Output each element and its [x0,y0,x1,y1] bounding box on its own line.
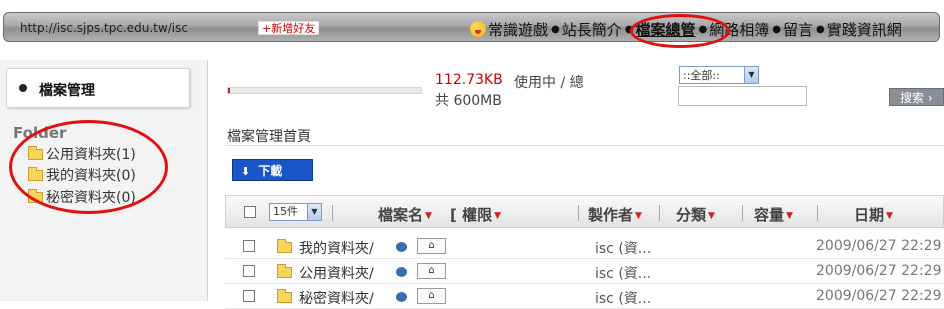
folder-public[interactable]: 公用資料夾(1) [28,144,136,164]
column-separator [659,205,660,221]
sort-arrow-icon: ▼ [708,210,715,221]
permission-icon[interactable]: ⌂ [417,288,446,304]
file-date: 2009/06/27 22:29 [816,288,942,304]
row-checkbox[interactable] [243,240,255,252]
download-button[interactable]: ⬇ 下載 [232,159,313,181]
column-separator [817,205,818,221]
folder-label: 公用資料夾(1) [46,147,136,163]
nav-item-guestbook[interactable]: 留言 [783,19,813,40]
column-separator [742,205,743,221]
top-bar: http://isc.sjps.tpc.edu.tw/isc +新增好友 常識遊… [0,0,944,48]
search-button[interactable]: 搜索 › [889,88,944,106]
folder-icon [28,166,43,181]
permission-icon[interactable]: ⌂ [417,263,446,279]
folder-icon [277,289,292,303]
sort-arrow-icon: ▼ [635,210,642,221]
folder-icon [28,188,43,203]
quota-label: 使用中 / 總 [514,75,584,91]
nav-item-games[interactable]: 常識遊戲 [488,19,548,40]
nav-item-file-manager[interactable]: 檔案總管 [636,19,696,40]
site-url[interactable]: http://isc.sjps.tpc.edu.tw/isc [20,21,188,35]
sort-arrow-icon: ▼ [425,210,432,221]
file-owner: isc (資... [595,241,652,257]
smiley-icon [470,21,486,37]
sort-arrow-icon: ▼ [886,210,893,221]
chevron-down-icon: ▼ [307,204,321,220]
quota-used: 112.73KB [435,72,503,88]
bullet-icon: ● [816,23,825,35]
file-owner: isc (資... [595,291,652,307]
comment-icon[interactable] [396,267,407,277]
search-button-label: 搜索 [900,91,925,105]
add-friend-button[interactable]: +新增好友 [258,21,320,35]
column-header-owner[interactable]: 製作者 ▼ [588,204,642,225]
sidebar: 檔案管理 Folder 公用資料夾(1) 我的資料夾(0) 秘密資料夾(0) [0,60,208,301]
select-all-checkbox[interactable] [244,206,256,218]
column-label: 日期 [854,206,885,224]
folder-icon [277,239,292,253]
folder-secret[interactable]: 秘密資料夾(0) [28,187,136,207]
file-name[interactable]: 秘密資料夾/ [299,288,374,308]
sort-arrow-icon: ▼ [494,210,501,221]
column-label: 分類 [676,206,707,224]
row-checkbox[interactable] [243,265,255,277]
nav-item-album[interactable]: 網路相簿 [709,19,769,40]
folder-icon [277,264,292,278]
nav-item-site[interactable]: 實踐資訊網 [827,19,902,40]
quota-fill [228,88,230,93]
row-checkbox[interactable] [243,290,255,302]
column-separator [332,205,333,221]
column-separator [578,205,579,221]
folder-label: 我的資料夾(0) [46,168,136,184]
column-label: 容量 [754,206,785,224]
table-row[interactable]: 秘密資料夾/ ⌂ isc (資... 2009/06/27 22:29 [225,285,944,309]
folder-label: 秘密資料夾(0) [46,190,136,206]
table-row[interactable]: 公用資料夾/ ⌂ isc (資... 2009/06/27 22:29 [225,260,944,284]
bullet-icon: ● [698,23,708,35]
download-label: 下載 [258,164,283,178]
folder-heading: Folder [13,124,67,142]
column-header-size[interactable]: 容量 ▼ [754,204,793,225]
table-header: 15件 ▼ 檔案名 ▼ [ 權限 ▼ 製作者 ▼ 分類 ▼ 容量 ▼ 日期 ▼ [225,195,944,228]
column-label: [ 權限 [450,206,493,224]
sidebar-title-box[interactable]: 檔案管理 [6,68,190,108]
comment-icon[interactable] [396,242,407,252]
page-size-select[interactable]: 15件 ▼ [269,203,322,221]
column-label: 製作者 [588,206,634,224]
file-owner: isc (資... [595,266,652,282]
column-header-category[interactable]: 分類 ▼ [676,204,715,225]
file-date: 2009/06/27 22:29 [816,263,942,279]
sort-arrow-icon: ▼ [786,210,793,221]
nav-item-about[interactable]: 站長簡介 [562,19,622,40]
column-header-name[interactable]: 檔案名 ▼ [378,204,432,225]
chevron-down-icon: ▼ [744,67,758,83]
file-date: 2009/06/27 22:29 [816,238,942,254]
main-nav: 常識遊戲 ● 站長簡介 ● 檔案總管 ● 網路相簿 ● 留言 ● 實踐資訊網 [470,17,905,41]
breadcrumb[interactable]: 檔案管理首頁 [227,126,311,146]
scope-select[interactable]: ::全部:: ▼ [679,66,759,84]
bullet-icon [19,84,27,92]
divider [225,145,944,146]
bullet-icon: ● [772,23,781,35]
file-name[interactable]: 公用資料夾/ [299,263,374,283]
chevron-right-icon: › [927,91,933,105]
column-header-permission[interactable]: [ 權限 ▼ [450,204,501,225]
quota-total: 共 600MB [435,93,502,109]
file-name[interactable]: 我的資料夾/ [299,238,374,258]
folder-icon [28,145,43,160]
main-panel: 112.73KB 使用中 / 總 共 600MB ::全部:: ▼ 搜索 › 檔… [209,60,944,309]
column-label: 檔案名 [378,206,424,224]
column-header-date[interactable]: 日期 ▼ [854,204,893,225]
folder-mine[interactable]: 我的資料夾(0) [28,165,136,185]
sidebar-title: 檔案管理 [39,83,95,99]
bullet-icon: ● [624,23,634,35]
scope-select-value: ::全部:: [683,69,720,82]
page-size-value: 15件 [273,205,298,218]
table-row[interactable]: 我的資料夾/ ⌂ isc (資... 2009/06/27 22:29 [225,235,944,259]
permission-icon[interactable]: ⌂ [417,238,446,254]
download-icon: ⬇ [241,165,251,178]
quota-bar [227,87,422,94]
bullet-icon: ● [551,23,560,35]
search-input[interactable] [678,86,807,106]
